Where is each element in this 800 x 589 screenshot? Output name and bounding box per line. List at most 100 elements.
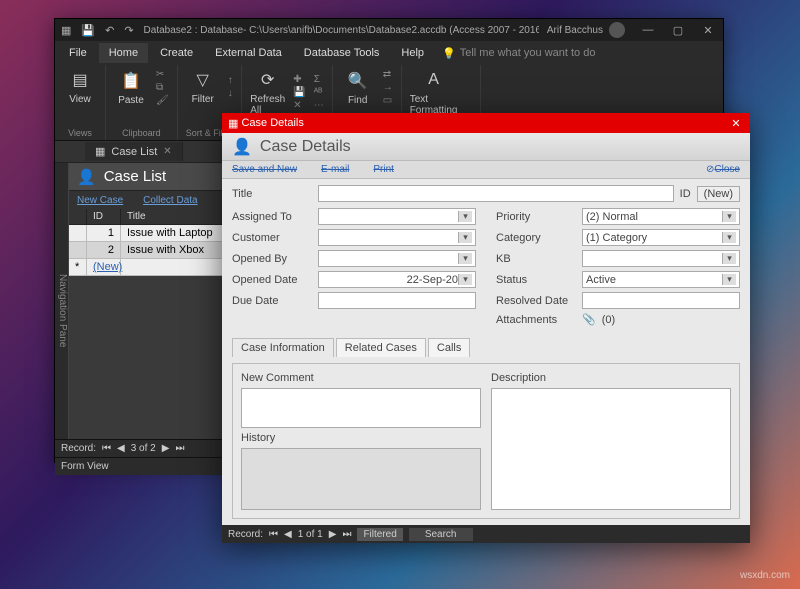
tab-external[interactable]: External Data: [205, 43, 292, 63]
chevron-down-icon: ▾: [458, 253, 472, 264]
cd-tab-body: New Comment History Description: [232, 363, 740, 519]
cdnav-next-icon[interactable]: ▶: [329, 529, 337, 540]
tab-calls[interactable]: Calls: [428, 338, 470, 357]
tab-create[interactable]: Create: [150, 43, 203, 63]
paperclip-icon[interactable]: 📎: [582, 313, 596, 326]
title-input[interactable]: [318, 185, 674, 202]
save-record-icon[interactable]: 💾: [293, 87, 305, 98]
new-record-icon[interactable]: ✚: [293, 74, 305, 85]
openeddate-combo[interactable]: 22-Sep-20▾: [318, 271, 476, 288]
format-painter-icon[interactable]: 🖌: [156, 95, 169, 106]
close-button[interactable]: ✕: [693, 24, 723, 37]
tab-file[interactable]: File: [59, 43, 97, 63]
id-label: ID: [680, 188, 691, 200]
delete-record-icon[interactable]: ✕: [293, 100, 305, 111]
save-icon[interactable]: 💾: [81, 24, 95, 37]
email-link[interactable]: E-mail: [321, 164, 349, 175]
category-combo[interactable]: (1) Category▾: [582, 229, 740, 246]
new-case-link[interactable]: New Case: [77, 195, 123, 206]
row-selector-head: [69, 209, 87, 224]
maximize-button[interactable]: ▢: [663, 24, 693, 37]
kb-label: KB: [496, 253, 576, 265]
view-label: View: [69, 94, 91, 105]
tab-dbtools[interactable]: Database Tools: [294, 43, 390, 63]
status-combo[interactable]: Active▾: [582, 271, 740, 288]
sort-asc-icon[interactable]: ↑: [228, 75, 233, 86]
resolved-label: Resolved Date: [496, 295, 576, 307]
cd-close-button[interactable]: ✕: [722, 117, 750, 130]
save-and-new-link[interactable]: Save and New: [232, 164, 297, 175]
priority-combo[interactable]: (2) Normal▾: [582, 208, 740, 225]
description-input[interactable]: [491, 388, 731, 510]
find-button[interactable]: 🔍Find: [341, 70, 375, 106]
customer-combo[interactable]: ▾: [318, 229, 476, 246]
tab-help[interactable]: Help: [391, 43, 434, 63]
newcomment-input[interactable]: [241, 388, 481, 428]
view-icon: ▤: [69, 69, 91, 91]
cell-id: 2: [87, 242, 121, 258]
case-details-window: ▦ Case Details ✕ 👤 Case Details Save and…: [222, 113, 750, 543]
resolved-input[interactable]: [582, 292, 740, 309]
filter-button[interactable]: ▽Filter: [186, 69, 220, 105]
case-list-title: Case List: [104, 168, 167, 185]
chevron-down-icon: ▾: [722, 274, 736, 285]
cd-header-text: Case Details: [260, 138, 351, 156]
tell-me-label: Tell me what you want to do: [460, 47, 596, 59]
recnav-first-icon[interactable]: ⏮: [102, 443, 111, 454]
tab-home[interactable]: Home: [99, 43, 148, 63]
undo-icon[interactable]: ↶: [105, 24, 114, 37]
user-name: Arif Bacchus: [547, 25, 603, 36]
openedby-combo[interactable]: ▾: [318, 250, 476, 267]
cdnav-first-icon[interactable]: ⏮: [269, 529, 278, 540]
recnav-next-icon[interactable]: ▶: [162, 443, 170, 454]
collect-data-link[interactable]: Collect Data: [143, 195, 197, 206]
kb-combo[interactable]: ▾: [582, 250, 740, 267]
tab-related[interactable]: Related Cases: [336, 338, 426, 357]
case-icon: 👤: [232, 137, 252, 157]
filtered-badge[interactable]: Filtered: [357, 528, 402, 541]
navigation-pane[interactable]: Navigation Pane: [55, 163, 69, 439]
search-box[interactable]: Search: [409, 528, 473, 541]
title-label: Title: [232, 188, 312, 200]
recnav-prev-icon[interactable]: ◀: [117, 443, 125, 454]
print-link[interactable]: Print: [373, 164, 394, 175]
textfmt-icon: A: [423, 69, 445, 91]
minimize-button[interactable]: —: [633, 24, 663, 37]
ribbon-tabs: File Home Create External Data Database …: [55, 41, 723, 65]
cdnav-last-icon[interactable]: ⏭: [342, 529, 351, 540]
spelling-icon[interactable]: ᴬᴮ: [314, 87, 324, 98]
cdnav-prev-icon[interactable]: ◀: [284, 529, 292, 540]
refresh-button[interactable]: ⟳Refresh All: [250, 69, 285, 116]
sort-desc-icon[interactable]: ↓: [228, 88, 233, 99]
copy-icon[interactable]: ⧉: [156, 82, 169, 93]
priority-label: Priority: [496, 211, 576, 223]
select-icon[interactable]: ▭: [383, 95, 393, 106]
doc-tab-caselist[interactable]: ▦ Case List ✕: [85, 142, 183, 161]
goto-icon[interactable]: →: [383, 82, 393, 93]
paste-button[interactable]: 📋Paste: [114, 70, 148, 106]
more-icon[interactable]: ⋯: [314, 100, 324, 111]
redo-icon[interactable]: ↷: [124, 24, 133, 37]
chevron-down-icon: ▾: [722, 232, 736, 243]
tab-case-info[interactable]: Case Information: [232, 338, 334, 357]
col-id[interactable]: ID: [87, 209, 121, 224]
view-button[interactable]: ▤ View: [63, 69, 97, 105]
close-link[interactable]: ⊘Close: [706, 164, 740, 175]
cdnav-label: Record:: [228, 529, 263, 540]
recnav-pos: 3 of 2: [131, 443, 156, 454]
watermark: wsxdn.com: [740, 570, 790, 581]
replace-icon[interactable]: ⇄: [383, 69, 393, 80]
recnav-last-icon[interactable]: ⏭: [175, 443, 184, 454]
textfmt-button[interactable]: AText Formatting: [410, 69, 458, 116]
tell-me[interactable]: 💡 Tell me what you want to do: [442, 47, 595, 60]
assigned-combo[interactable]: ▾: [318, 208, 476, 225]
app-icon: ▦: [61, 24, 71, 37]
openeddate-value: 22-Sep-20: [407, 274, 458, 286]
duedate-input[interactable]: [318, 292, 476, 309]
user-area[interactable]: Arif Bacchus: [539, 22, 633, 38]
lightbulb-icon: 💡: [442, 47, 456, 60]
close-tab-icon[interactable]: ✕: [163, 146, 171, 157]
cut-icon[interactable]: ✂: [156, 69, 169, 80]
totals-icon[interactable]: Σ: [314, 74, 324, 85]
cd-actions: Save and New E-mail Print ⊘Close: [222, 161, 750, 179]
